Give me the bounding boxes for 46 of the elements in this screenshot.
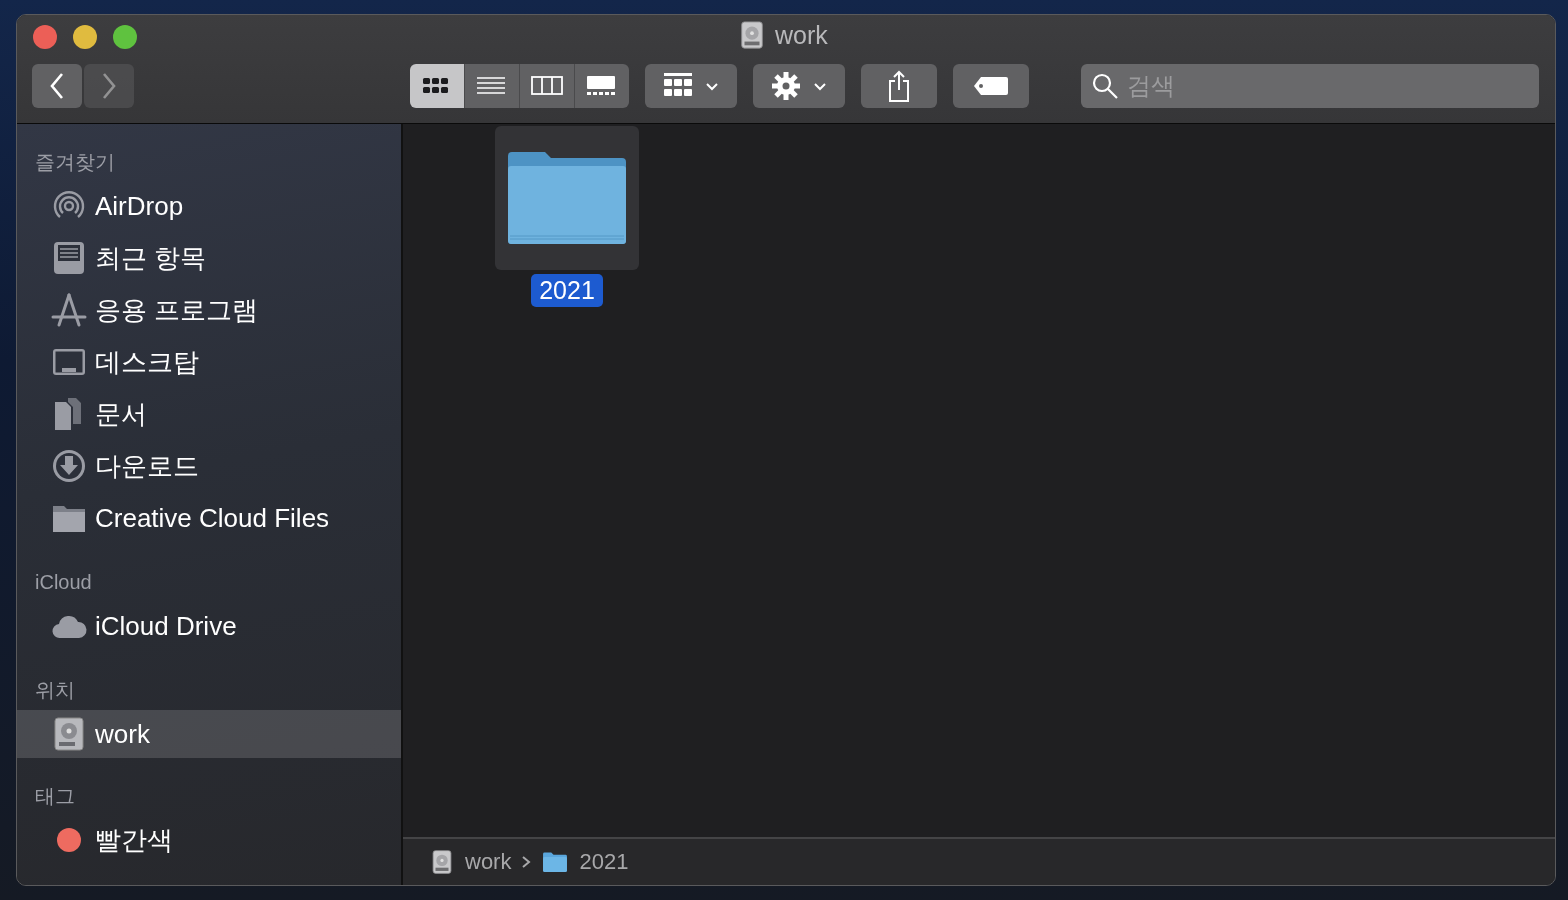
- path-item[interactable]: work: [429, 849, 512, 875]
- tag-button[interactable]: [953, 64, 1029, 108]
- caret-icon: [813, 81, 827, 91]
- section-heading: 태그: [34, 783, 76, 809]
- list-view-tab[interactable]: [464, 64, 519, 108]
- sidebar-item[interactable]: Creative Cloud Files: [17, 492, 401, 544]
- download-icon: [51, 448, 87, 484]
- sidebar-item[interactable]: 빨간색: [17, 814, 401, 866]
- section-heading: 위치: [34, 677, 76, 703]
- chevron-right-icon: [101, 72, 117, 100]
- sidebar-item[interactable]: 응용 프로그램: [17, 284, 401, 336]
- section-heading: iCloud: [34, 569, 93, 595]
- chevron-left-icon: [49, 72, 65, 100]
- window-title: work: [775, 20, 828, 50]
- folder-icon: [507, 150, 627, 246]
- share-icon: [887, 70, 911, 102]
- share-button[interactable]: [861, 64, 937, 108]
- sidebar-item[interactable]: 다운로드: [17, 440, 401, 492]
- inbox-icon: [51, 240, 87, 276]
- sidebar-item[interactable]: iCloud Drive: [17, 600, 401, 652]
- section-heading: 즐겨찾기: [34, 149, 116, 175]
- sidebar-item[interactable]: AirDrop: [17, 180, 401, 232]
- caret-icon: [705, 81, 719, 91]
- minimize-button[interactable]: [73, 25, 97, 49]
- folder-icon: [541, 850, 570, 874]
- folder-tile[interactable]: [495, 126, 639, 270]
- back-button[interactable]: [32, 64, 82, 108]
- path-item[interactable]: 2021: [541, 849, 629, 875]
- gallery-view-tab[interactable]: [574, 64, 629, 108]
- icon-view-tab[interactable]: [410, 64, 464, 108]
- folder-name[interactable]: 2021: [531, 274, 603, 307]
- app-store-icon: [51, 292, 87, 328]
- column-view-tab[interactable]: [519, 64, 574, 108]
- group-button[interactable]: [645, 64, 737, 108]
- gallery-icon: [586, 74, 618, 98]
- sidebar-item[interactable]: 문서: [17, 388, 401, 440]
- zoom-button[interactable]: [113, 25, 137, 49]
- action-button[interactable]: [753, 64, 845, 108]
- tag-icon: [973, 76, 1009, 96]
- chevron-right-icon: [521, 855, 532, 869]
- settings-icon: [771, 71, 801, 101]
- columns-icon: [531, 74, 563, 98]
- sidebar-item[interactable]: 최근 항목: [17, 232, 401, 284]
- close-button[interactable]: [33, 25, 57, 49]
- sidebar-item[interactable]: work: [17, 710, 401, 758]
- sidebar-item[interactable]: 데스크탑: [17, 336, 401, 388]
